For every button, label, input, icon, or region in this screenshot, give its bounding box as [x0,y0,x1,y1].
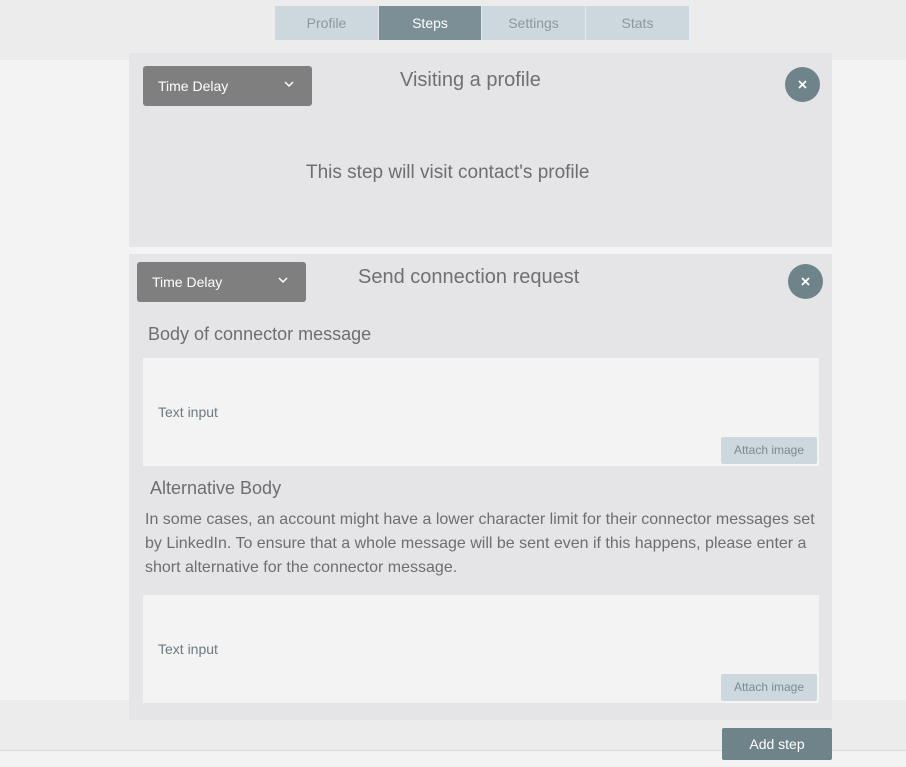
dropdown-value: Time Delay [158,78,229,94]
attach-image-button[interactable]: Attach image [721,437,817,464]
remove-step-button[interactable] [785,67,820,102]
body-label: Body of connector message [148,324,372,344]
add-step-button[interactable]: Add step [722,728,832,760]
attach-image-button[interactable]: Attach image [721,674,817,701]
step-type-dropdown[interactable]: Time Delay [143,66,312,106]
tab-bar: Profile Steps Settings Stats [275,6,689,40]
step-type-dropdown[interactable]: Time Delay [137,262,306,302]
tab-profile[interactable]: Profile [275,6,379,40]
tab-settings[interactable]: Settings [482,6,586,40]
step-card-connection-request: Time Delay Send connection request Body … [129,254,832,720]
tab-steps[interactable]: Steps [379,6,482,40]
step-title: Send connection request [358,266,580,288]
close-icon [798,80,807,89]
chevron-down-icon [278,277,288,284]
step-card-visit-profile: Time Delay Visiting a profile This step … [129,53,832,247]
alt-message-input[interactable]: Text input Attach image [143,595,819,703]
step-description: This step will visit contact's profile [306,162,590,183]
input-placeholder: Text input [158,641,218,657]
close-icon [801,277,810,286]
tab-stats[interactable]: Stats [586,6,689,40]
alt-body-description: In some cases, an account might have a l… [145,511,815,576]
remove-step-button[interactable] [788,264,823,299]
chevron-down-icon [284,81,294,88]
dropdown-value: Time Delay [152,274,223,290]
connector-message-input[interactable]: Text input Attach image [143,358,819,466]
alt-body-label: Alternative Body [150,478,282,498]
input-placeholder: Text input [158,404,218,420]
step-title: Visiting a profile [400,69,541,91]
